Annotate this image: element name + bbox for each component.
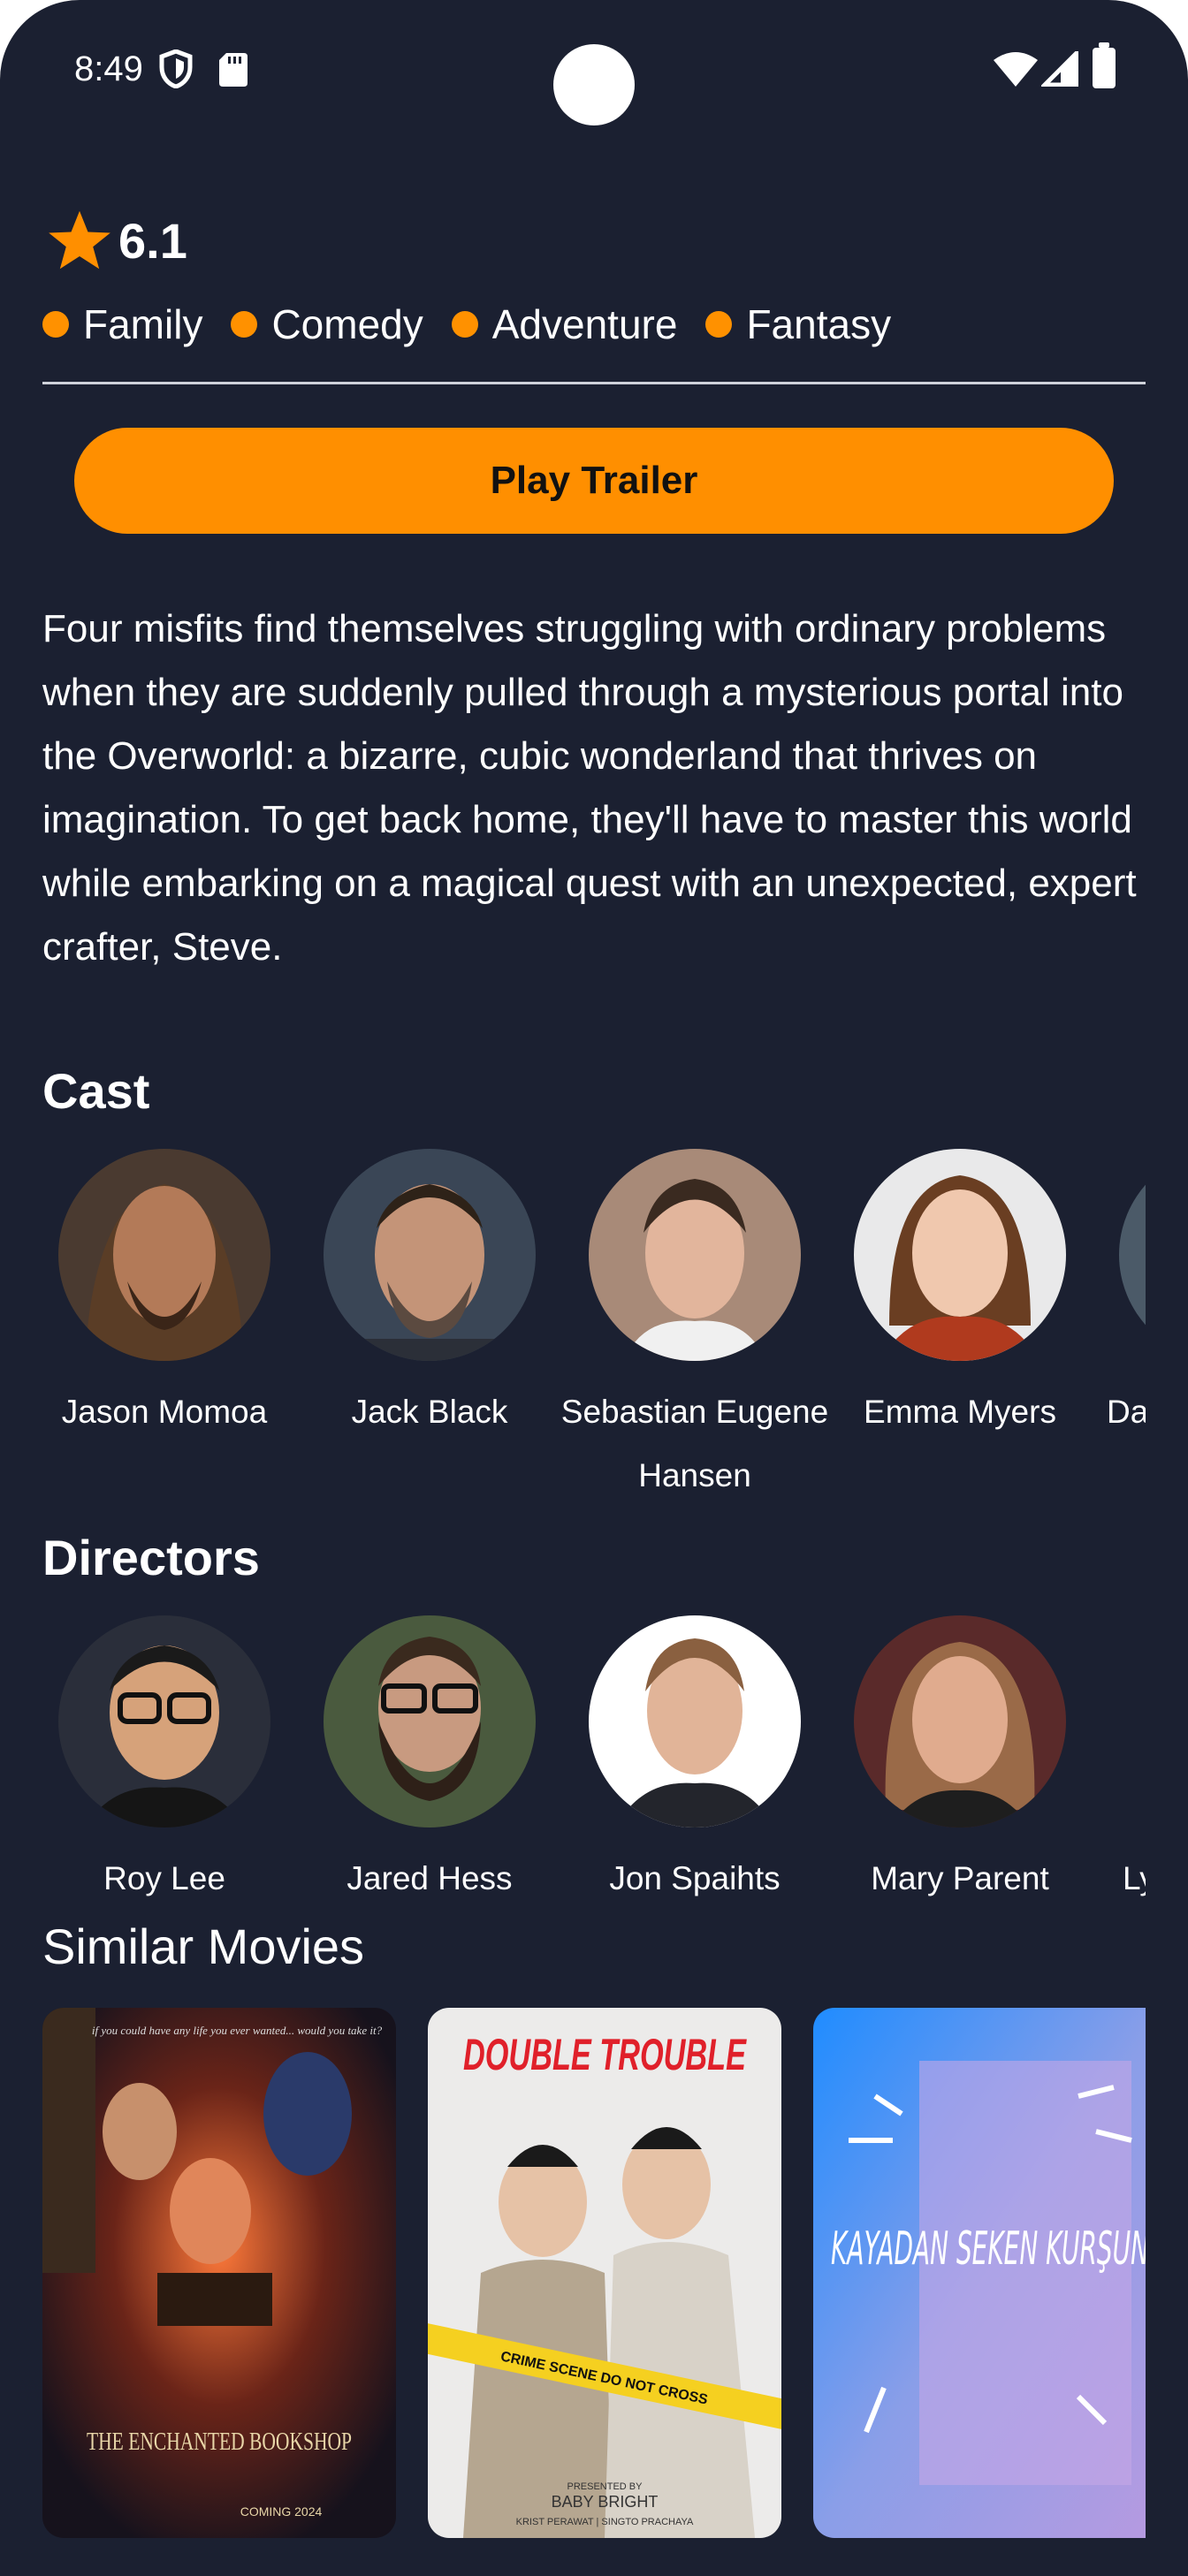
- genre-label: Fantasy: [746, 301, 892, 347]
- cast-title: Cast: [42, 1063, 150, 1119]
- movie-poster[interactable]: if you could have any life you ever want…: [42, 2008, 396, 2538]
- genre-dot: [231, 311, 258, 338]
- cast-name: Jason Momoa: [61, 1394, 268, 1430]
- wifi-icon: [994, 52, 1038, 87]
- poster-release: COMING 2024: [240, 2504, 323, 2519]
- poster-title: THE ENCHANTED BOOKSHOP: [87, 2428, 352, 2456]
- avatar: [589, 1615, 801, 1828]
- genre-chip: Comedy: [231, 300, 423, 348]
- poster-presented: PRESENTED BY: [567, 2481, 644, 2492]
- play-trailer-button[interactable]: Play Trailer: [74, 428, 1114, 534]
- avatar: [58, 1149, 270, 1361]
- genre-label: Adventure: [491, 301, 678, 347]
- poster-image-enchanted-bookshop: if you could have any life you ever want…: [42, 2008, 396, 2538]
- director-name: Ly: [1123, 1860, 1146, 1896]
- avatar: [854, 1615, 1066, 1828]
- status-time: 8:49: [74, 49, 143, 88]
- director-name: Jared Hess: [346, 1860, 513, 1896]
- camera-cutout: [553, 44, 635, 125]
- avatar: [324, 1615, 536, 1828]
- similar-movies-list[interactable]: if you could have any life you ever want…: [42, 2008, 1146, 2538]
- genre-list: Family Comedy Adventure Fantasy: [42, 300, 919, 348]
- movie-poster[interactable]: KAYADAN SEKEN KURŞUN: [813, 2008, 1146, 2538]
- avatar: [854, 1149, 1066, 1361]
- cast-name: Jack Black: [351, 1394, 508, 1430]
- cell-signal-icon: [1041, 51, 1078, 87]
- avatar: [324, 1149, 536, 1361]
- cast-name: Sebastian Eugene Hansen: [560, 1394, 829, 1493]
- sd-card-icon: [219, 53, 248, 87]
- avatar: [1119, 1149, 1146, 1361]
- genre-chip: Family: [42, 300, 202, 348]
- genre-dot: [705, 311, 733, 338]
- genre-label: Comedy: [271, 301, 423, 347]
- cast-list[interactable]: Jason Momoa Jack Black Sebastian Eugene …: [0, 1149, 1146, 1502]
- avatar: [58, 1615, 270, 1828]
- rating: 6.1: [46, 205, 187, 276]
- genre-chip: Adventure: [451, 300, 678, 348]
- avatar: [589, 1149, 801, 1361]
- director-name: Jon Spaihts: [609, 1860, 781, 1896]
- poster-title: KAYADAN SEKEN KURŞUN: [831, 2223, 1146, 2276]
- star-icon: [49, 210, 110, 270]
- poster-tagline: if you could have any life you ever want…: [92, 2024, 383, 2037]
- poster-image-kayadan-seken-kursun: KAYADAN SEKEN KURŞUN: [813, 2008, 1146, 2538]
- genre-dot: [451, 311, 478, 338]
- genre-label: Family: [83, 301, 203, 347]
- rating-value: 6.1: [118, 212, 187, 269]
- divider: [42, 382, 1146, 384]
- genre-dot: [42, 311, 69, 338]
- movie-details-screen: 8:49 6.1 Family Comedy Adventure Fantasy…: [0, 0, 1188, 2576]
- movie-poster[interactable]: DOUBLE TROUBLE CRIME SCENE DO NOT CROSS …: [428, 2008, 781, 2538]
- directors-list[interactable]: Roy Lee Jared Hess Jon Spaihts Mary Pare…: [0, 1615, 1146, 1907]
- status-bar: 8:49: [0, 0, 1188, 141]
- poster-image-double-trouble: DOUBLE TROUBLE CRIME SCENE DO NOT CROSS …: [428, 2008, 781, 2538]
- cast-name: Da: [1107, 1394, 1146, 1430]
- director-name: Mary Parent: [871, 1860, 1049, 1896]
- poster-title: DOUBLE TROUBLE: [463, 2030, 747, 2079]
- movie-overview: Four misfits find themselves struggling …: [42, 607, 1137, 969]
- cast-name: Emma Myers: [864, 1394, 1056, 1430]
- battery-icon: [1093, 42, 1116, 88]
- poster-credits: KRIST PERAWAT | SINGTO PRACHAYA: [516, 2517, 694, 2527]
- similar-movies-title: Similar Movies: [42, 1919, 365, 1974]
- director-name: Roy Lee: [103, 1860, 225, 1896]
- poster-presenter: BABY BRIGHT: [552, 2493, 659, 2511]
- genre-chip: Fantasy: [705, 300, 891, 348]
- shield-icon: [159, 49, 193, 88]
- directors-title: Directors: [42, 1530, 260, 1585]
